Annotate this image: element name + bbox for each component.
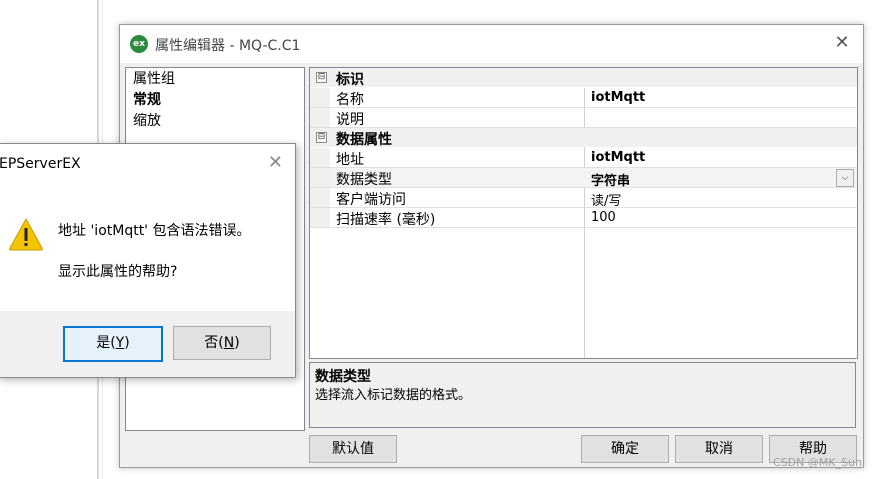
warning-icon	[9, 217, 43, 251]
property-row-name[interactable]: 名称 iotMqtt	[310, 88, 857, 108]
dialog-footer: 是(Y) 否(N)	[0, 311, 295, 377]
row-gutter	[310, 108, 330, 127]
no-label-end: )	[234, 335, 240, 351]
yes-button[interactable]: 是(Y)	[63, 326, 163, 362]
yes-label-end: )	[124, 335, 130, 351]
category-identification[interactable]: ⊟ 标识	[310, 68, 857, 88]
description-panel: 数据类型 选择流入标记数据的格式。	[309, 362, 856, 428]
no-label: 否(	[204, 335, 224, 351]
property-value-address[interactable]: iotMqtt	[591, 150, 645, 165]
property-name: 地址	[336, 152, 364, 168]
description-title: 数据类型	[315, 369, 371, 385]
help-question-text: 显示此属性的帮助?	[58, 264, 178, 280]
collapse-icon[interactable]: ⊟	[316, 72, 327, 83]
property-value-client-access[interactable]: 读/写	[591, 190, 621, 209]
dialog-close-icon[interactable]: ✕	[268, 152, 283, 173]
property-name: 说明	[336, 112, 364, 128]
cancel-button[interactable]: 取消	[675, 435, 763, 463]
row-gutter	[310, 148, 330, 167]
category-label: 标识	[336, 72, 364, 88]
category-data-properties[interactable]: ⊟ 数据属性	[310, 128, 857, 148]
tree-item-scaling[interactable]: 缩放	[133, 112, 161, 130]
watermark: CSDN @MK_Sun	[773, 456, 862, 469]
ok-button[interactable]: 确定	[581, 435, 669, 463]
defaults-button[interactable]: 默认值	[309, 435, 397, 463]
no-button[interactable]: 否(N)	[173, 326, 271, 360]
collapse-icon[interactable]: ⊟	[316, 132, 327, 143]
chevron-down-icon[interactable]: ⌵	[836, 169, 854, 187]
row-gutter	[310, 188, 330, 207]
description-text: 选择流入标记数据的格式。	[315, 388, 472, 403]
row-gutter	[310, 88, 330, 107]
window-close-button[interactable]: ✕	[833, 34, 851, 52]
row-gutter	[310, 168, 330, 187]
property-row-description[interactable]: 说明	[310, 108, 857, 128]
error-message-text: 地址 'iotMqtt' 包含语法错误。	[58, 223, 251, 239]
property-name: 客户端访问	[336, 192, 406, 208]
property-grid[interactable]: ⊟ 标识 名称 iotMqtt 说明 ⊟ 数据属性 地址 iotMqtt 数据类…	[309, 67, 858, 359]
property-name: 扫描速率 (毫秒)	[336, 212, 436, 228]
window-title: 属性编辑器 - MQ-C.C1	[155, 38, 301, 54]
tree-header-property-group: 属性组	[133, 71, 175, 87]
yes-label: 是(	[96, 335, 116, 351]
property-name: 名称	[336, 92, 364, 108]
app-logo-icon: ex	[130, 35, 148, 53]
property-row-client-access[interactable]: 客户端访问 读/写	[310, 188, 857, 209]
property-row-data-type[interactable]: 数据类型 字符串 ⌵	[310, 168, 857, 189]
category-label: 数据属性	[336, 132, 392, 148]
row-gutter	[310, 208, 330, 227]
property-value-data-type[interactable]: 字符串	[591, 170, 630, 189]
window-titlebar[interactable]: ex 属性编辑器 - MQ-C.C1 ✕	[120, 25, 863, 63]
property-value-scan-rate[interactable]: 100	[591, 210, 616, 225]
no-access-key: N	[223, 335, 235, 351]
tree-item-general[interactable]: 常规	[133, 91, 161, 109]
property-row-scan-rate[interactable]: 扫描速率 (毫秒) 100	[310, 208, 857, 228]
property-value-name[interactable]: iotMqtt	[591, 90, 645, 105]
yes-access-key: Y	[115, 335, 125, 351]
property-row-address[interactable]: 地址 iotMqtt	[310, 148, 857, 168]
error-message-dialog: EPServerEX ✕ 地址 'iotMqtt' 包含语法错误。 显示此属性的…	[0, 143, 296, 378]
property-name: 数据类型	[336, 172, 392, 188]
dialog-title: EPServerEX	[0, 156, 81, 172]
